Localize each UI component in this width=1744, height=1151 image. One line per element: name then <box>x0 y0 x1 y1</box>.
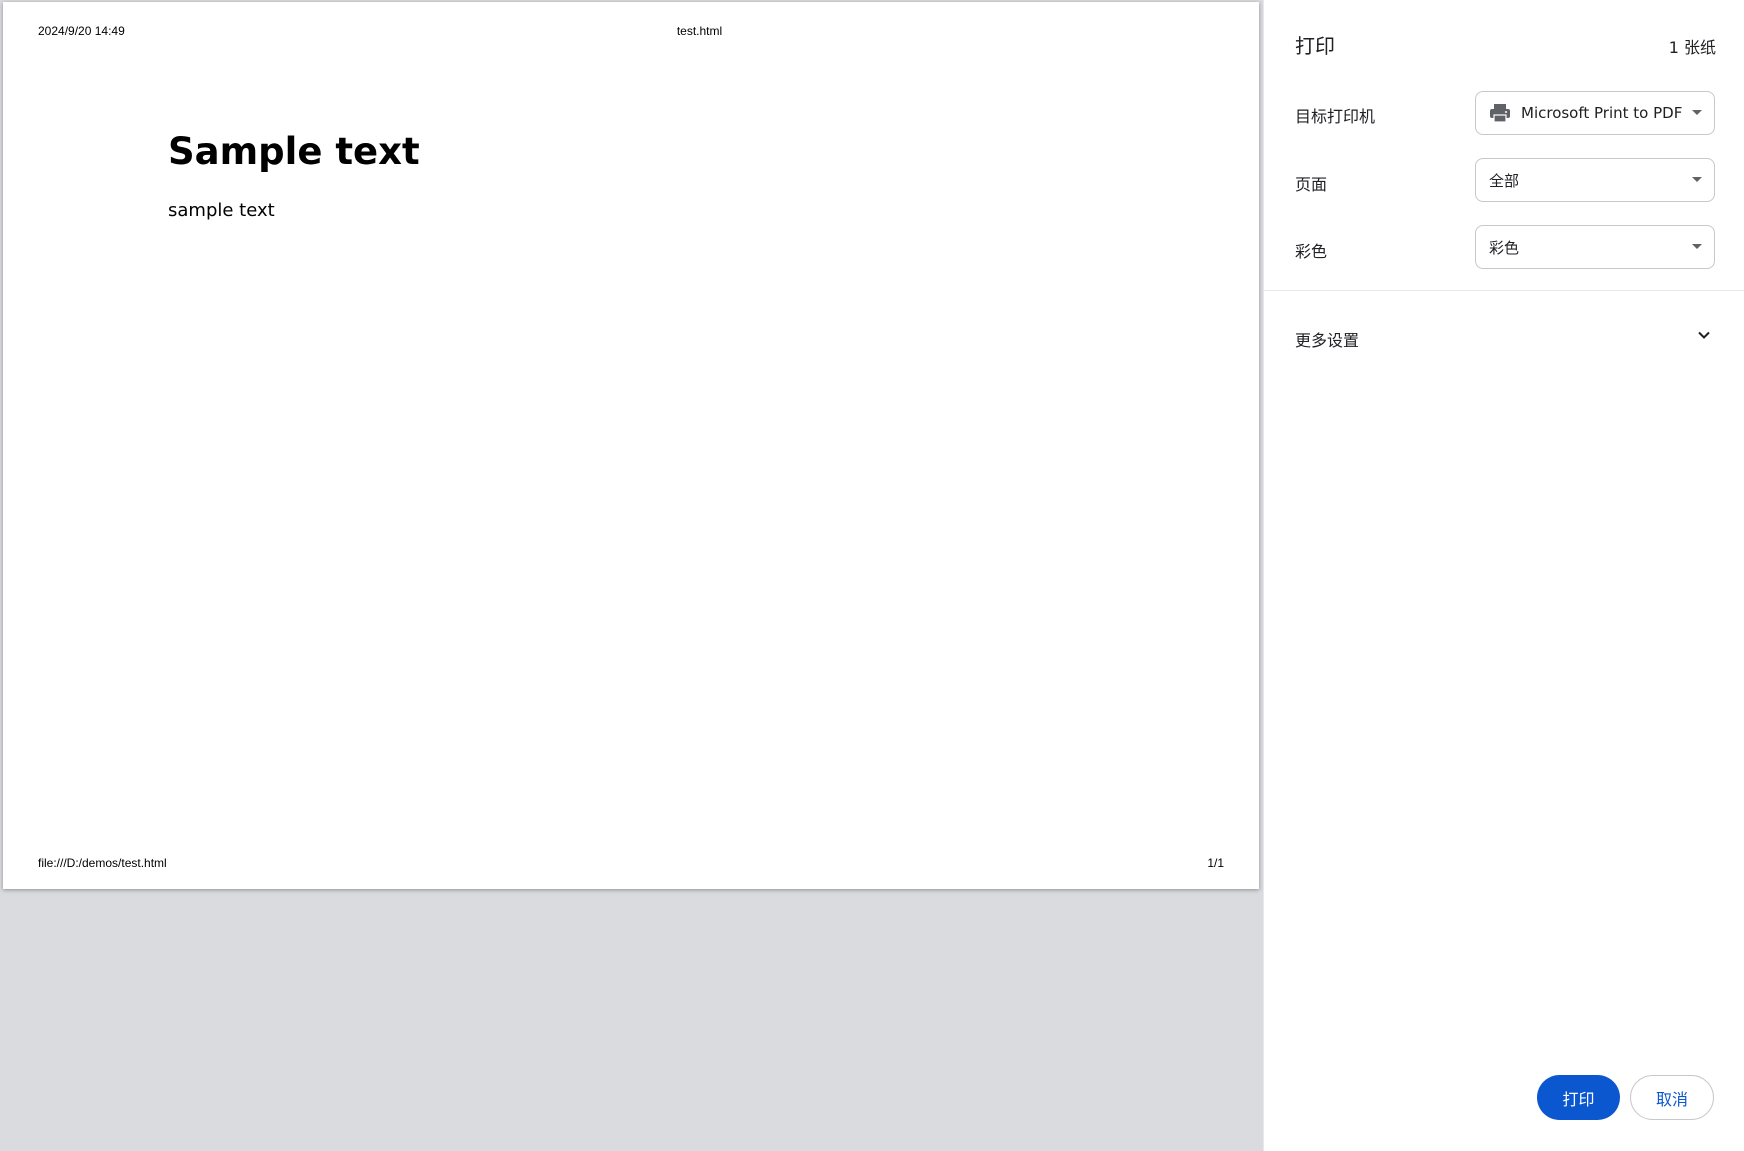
color-select[interactable]: 彩色 <box>1475 225 1715 269</box>
page-header-title: test.html <box>676 24 723 38</box>
page-footer-page-number: 1/1 <box>1207 856 1224 870</box>
destination-label: 目标打印机 <box>1295 107 1376 126</box>
dropdown-caret-icon <box>1692 177 1702 182</box>
pages-select[interactable]: 全部 <box>1475 158 1715 202</box>
sheet-count: 1 张纸 <box>1668 38 1716 57</box>
chevron-down-icon <box>1696 327 1712 347</box>
print-settings-sidebar: 打印 1 张纸 目标打印机 Microsoft Print to PDF 页面 … <box>1263 0 1744 1151</box>
section-divider <box>1264 290 1744 291</box>
destination-value: Microsoft Print to PDF <box>1521 104 1683 122</box>
print-dialog-title: 打印 <box>1295 34 1335 58</box>
document-heading: Sample text <box>168 130 420 173</box>
destination-select[interactable]: Microsoft Print to PDF <box>1475 91 1715 135</box>
dropdown-caret-icon <box>1692 244 1702 249</box>
print-button[interactable]: 打印 <box>1537 1075 1620 1120</box>
pages-label: 页面 <box>1295 175 1328 194</box>
preview-page: 2024/9/20 14:49 test.html Sample text sa… <box>3 2 1259 889</box>
page-footer-url: file:///D:/demos/test.html <box>38 856 167 870</box>
more-settings-toggle[interactable]: 更多设置 <box>1264 310 1744 366</box>
color-value: 彩色 <box>1489 238 1520 257</box>
print-preview-area: 2024/9/20 14:49 test.html Sample text sa… <box>0 0 1263 1151</box>
color-label: 彩色 <box>1295 242 1328 261</box>
pages-value: 全部 <box>1489 171 1520 190</box>
more-settings-label: 更多设置 <box>1295 331 1360 350</box>
printer-icon <box>1489 103 1511 123</box>
cancel-button[interactable]: 取消 <box>1630 1075 1714 1120</box>
document-paragraph: sample text <box>168 200 275 221</box>
dropdown-caret-icon <box>1692 110 1702 115</box>
